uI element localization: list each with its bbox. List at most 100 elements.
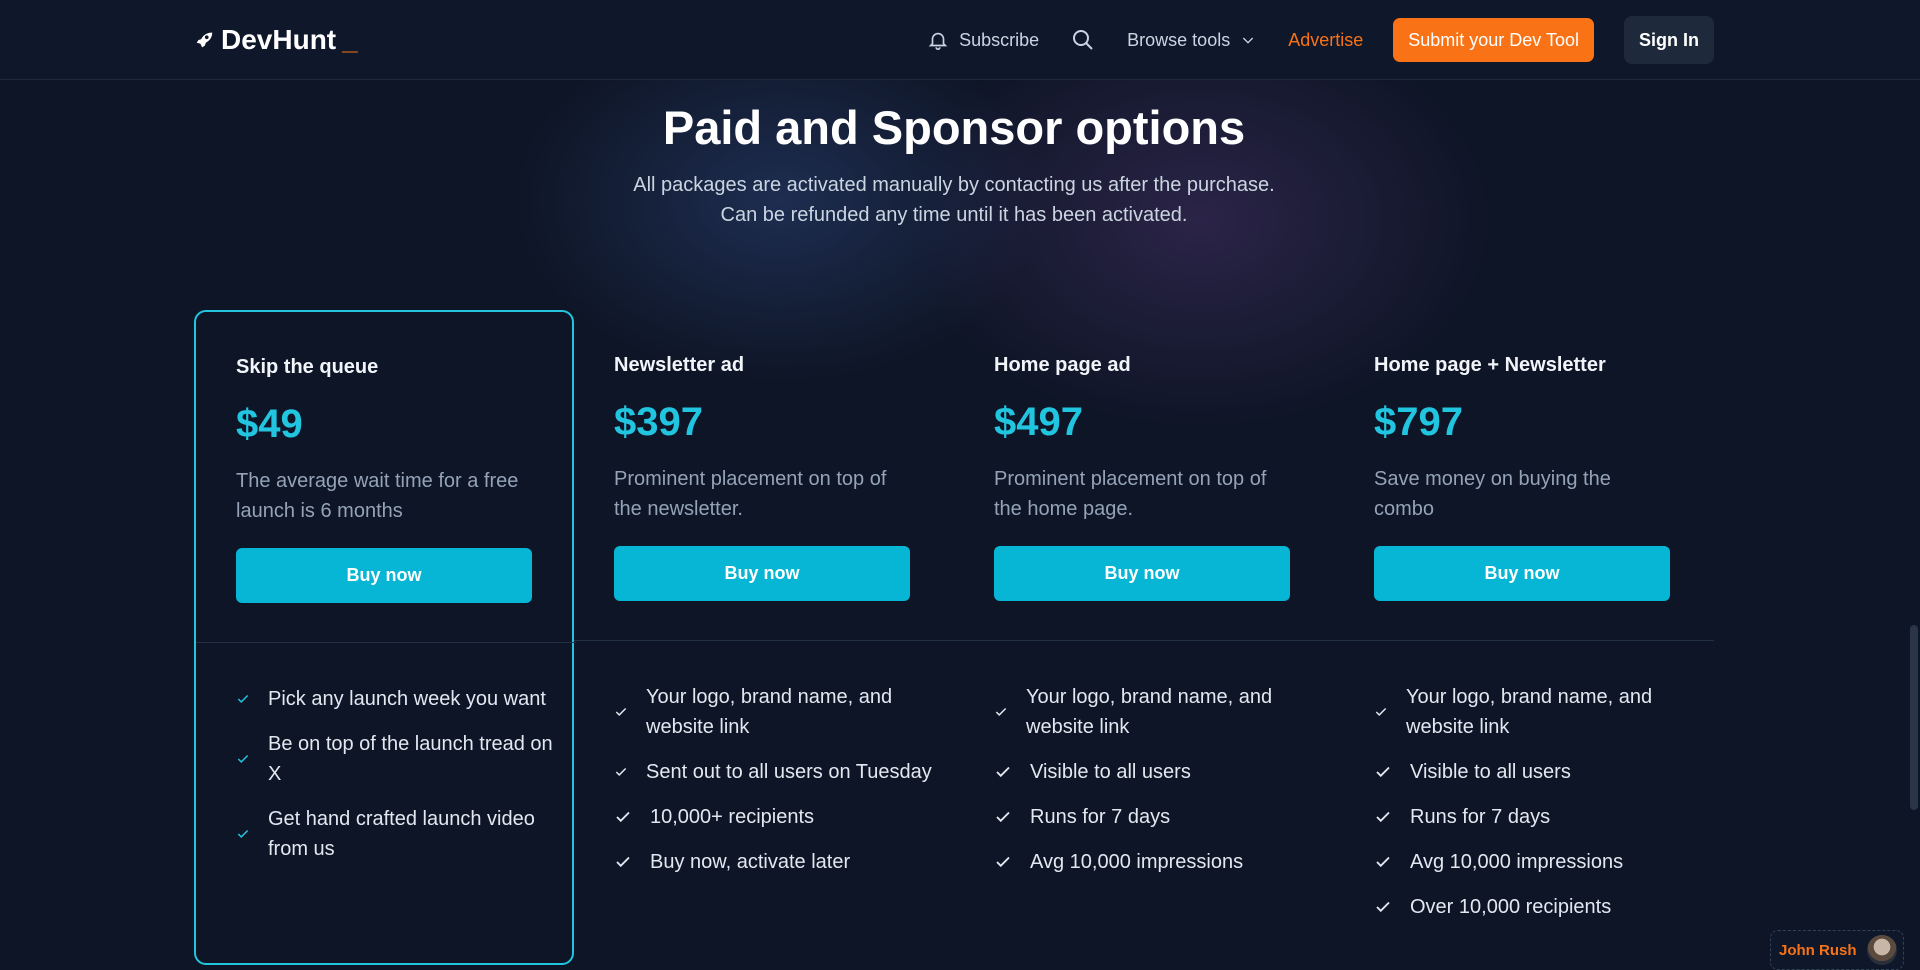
feature-item: Sent out to all users on Tuesday — [614, 757, 934, 787]
plan-features: Your logo, brand name, and website link … — [614, 682, 934, 892]
plan-divider — [954, 640, 1334, 641]
feature-text: Your logo, brand name, and website link — [1026, 686, 1273, 738]
plan-features: Pick any launch week you want Be on top … — [236, 684, 556, 879]
feature-item: Over 10,000 recipients — [1374, 892, 1694, 922]
feature-item: Runs for 7 days — [1374, 802, 1694, 832]
plan-name: Skip the queue — [236, 356, 379, 378]
feature-text: Get hand crafted launch video from us — [268, 808, 535, 860]
browse-tools-dropdown[interactable]: Browse tools — [1127, 30, 1256, 51]
check-icon — [616, 856, 630, 868]
plan-features: Your logo, brand name, and website link … — [994, 682, 1314, 892]
pricing-plans: Skip the queue $49 The average wait time… — [194, 310, 1714, 965]
feature-text: Pick any launch week you want — [268, 688, 546, 710]
feature-text: Sent out to all users on Tuesday — [646, 761, 932, 783]
feature-text: Be on top of the launch tread on X — [268, 733, 553, 785]
check-icon — [237, 754, 249, 763]
check-icon — [237, 829, 249, 838]
subtitle-line-2: Can be refunded any time until it has be… — [720, 204, 1188, 226]
subtitle-line-1: All packages are activated manually by c… — [633, 174, 1275, 196]
feature-item: Your logo, brand name, and website link — [614, 682, 934, 742]
subscribe-label: Subscribe — [959, 29, 1040, 50]
author-badge[interactable]: John Rush — [1770, 930, 1904, 970]
plan-features: Your logo, brand name, and website link … — [1374, 682, 1694, 937]
plan-card-home-page-newsletter: Home page + Newsletter $797 Save money o… — [1334, 310, 1714, 965]
advertise-link[interactable]: Advertise — [1288, 30, 1363, 51]
buy-now-button[interactable]: Buy now — [994, 546, 1290, 601]
rocket-icon — [196, 32, 213, 48]
author-name: John Rush — [1779, 941, 1857, 959]
avatar — [1866, 935, 1897, 965]
plan-card-home-page-ad: Home page ad $497 Prominent placement on… — [954, 310, 1334, 965]
plan-price: $397 — [614, 400, 703, 444]
plan-description: The average wait time for a free launch … — [236, 470, 519, 522]
feature-text: Your logo, brand name, and website link — [1406, 686, 1653, 738]
feature-item: Avg 10,000 impressions — [1374, 847, 1694, 877]
feature-text: Runs for 7 days — [1410, 806, 1551, 828]
check-icon — [995, 707, 1007, 716]
chevron-down-icon — [1243, 37, 1254, 44]
check-icon — [615, 707, 627, 716]
plan-divider — [1334, 640, 1714, 641]
page-title: Paid and Sponsor options — [662, 101, 1246, 154]
feature-item: Avg 10,000 impressions — [994, 847, 1314, 877]
feature-item: Get hand crafted launch video from us — [236, 804, 556, 864]
buy-now-button[interactable]: Buy now — [614, 546, 910, 601]
plan-price: $49 — [236, 402, 303, 446]
feature-text: Avg 10,000 impressions — [1410, 851, 1624, 873]
site-header: DevHunt _ Subscribe Browse tools Advertis… — [0, 0, 1920, 80]
check-icon — [996, 811, 1010, 823]
feature-text: Over 10,000 recipients — [1410, 896, 1612, 918]
feature-text: Buy now, activate later — [650, 851, 851, 873]
feature-item: Visible to all users — [994, 757, 1314, 787]
devhunt-logo[interactable]: DevHunt _ — [193, 22, 358, 58]
check-icon — [996, 856, 1010, 868]
page-subtitle: All packages are activated manually by c… — [0, 170, 1908, 230]
plan-divider — [196, 642, 576, 643]
check-icon — [996, 766, 1010, 778]
submit-dev-tool-button[interactable]: Submit your Dev Tool — [1393, 18, 1594, 62]
buy-now-button[interactable]: Buy now — [236, 548, 532, 603]
plan-description: Prominent placement on top of the home p… — [994, 468, 1267, 520]
check-icon — [1375, 707, 1387, 716]
check-icon — [1376, 811, 1390, 823]
plan-description: Prominent placement on top of the newsle… — [614, 468, 887, 520]
sign-in-button[interactable]: Sign In — [1624, 16, 1714, 64]
plan-price: $497 — [994, 400, 1083, 444]
feature-item: Visible to all users — [1374, 757, 1694, 787]
logo-text: DevHunt — [221, 24, 337, 55]
feature-item: 10,000+ recipients — [614, 802, 934, 832]
check-icon — [237, 694, 249, 703]
plan-price: $797 — [1374, 400, 1463, 444]
check-icon — [1376, 856, 1390, 868]
plan-name: Home page + Newsletter — [1374, 354, 1606, 376]
plan-card-newsletter-ad: Newsletter ad $397 Prominent placement o… — [574, 310, 954, 965]
logo-cursor: _ — [342, 24, 358, 55]
feature-text: Runs for 7 days — [1030, 806, 1171, 828]
plan-divider — [574, 640, 954, 641]
feature-item: Your logo, brand name, and website link — [1374, 682, 1694, 742]
feature-text: Visible to all users — [1410, 761, 1571, 783]
plan-name: Home page ad — [994, 354, 1131, 376]
check-icon — [1376, 766, 1390, 778]
check-icon — [615, 767, 627, 776]
feature-item: Buy now, activate later — [614, 847, 934, 877]
plan-description: Save money on buying the combo — [1374, 468, 1611, 520]
feature-text: Visible to all users — [1030, 761, 1191, 783]
feature-item: Pick any launch week you want — [236, 684, 556, 714]
feature-text: 10,000+ recipients — [650, 806, 815, 828]
buy-now-button[interactable]: Buy now — [1374, 546, 1670, 601]
plan-name: Newsletter ad — [614, 354, 745, 376]
feature-text: Your logo, brand name, and website link — [646, 686, 893, 738]
scrollbar-thumb[interactable] — [1910, 625, 1918, 810]
main-nav: Subscribe Browse tools Advertise Submit … — [927, 16, 1714, 64]
check-icon — [616, 811, 630, 823]
plan-card-skip-queue: Skip the queue $49 The average wait time… — [194, 310, 576, 965]
bell-icon — [928, 32, 948, 50]
feature-item: Your logo, brand name, and website link — [994, 682, 1314, 742]
search-icon[interactable] — [1071, 28, 1095, 52]
check-icon — [1376, 901, 1390, 913]
feature-text: Avg 10,000 impressions — [1030, 851, 1244, 873]
feature-item: Be on top of the launch tread on X — [236, 729, 556, 789]
subscribe-link[interactable]: Subscribe — [927, 29, 1039, 51]
browse-tools-label: Browse tools — [1127, 29, 1231, 50]
